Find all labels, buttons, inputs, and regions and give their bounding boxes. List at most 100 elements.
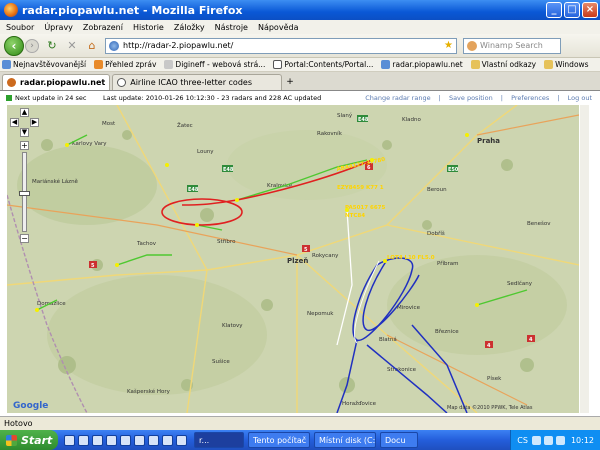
tab-airline-codes[interactable]: Airline ICAO three-letter codes (112, 74, 283, 90)
bookmark-windows[interactable]: Windows (544, 60, 589, 69)
system-tray: CS 10:12 (510, 430, 600, 450)
home-icon[interactable]: ⌂ (85, 39, 99, 53)
place-label: Kladno (402, 117, 421, 123)
place-label: Blatná (379, 336, 397, 343)
place-label: Praha (477, 137, 500, 145)
zoom-out-button[interactable]: − (20, 234, 29, 243)
flight-label: NTC84 (345, 213, 365, 219)
close-button[interactable]: × (582, 2, 598, 18)
pan-right-button[interactable]: ▶ (30, 118, 39, 127)
bookmark-radar[interactable]: radar.piopawlu.net (381, 60, 463, 69)
forward-button[interactable]: › (25, 38, 39, 53)
place-label: Mariánské Lázně (32, 178, 79, 185)
windows-taskbar: Start r... Tento počítač Místní disk (C:… (0, 430, 600, 450)
minimize-button[interactable]: _ (546, 2, 562, 18)
place-label: Mirovice (397, 305, 421, 311)
place-label: Louny (197, 149, 214, 155)
place-label: Domažlice (37, 300, 66, 307)
page-scrollbar[interactable] (580, 105, 589, 413)
new-tab-button[interactable]: + (286, 77, 294, 87)
taskbar-item-documents[interactable]: Docu (380, 432, 418, 448)
wikipedia-icon (273, 60, 283, 69)
quicklaunch-icon[interactable] (78, 434, 89, 446)
menu-item-file[interactable]: Soubor (6, 23, 34, 32)
quicklaunch-icon[interactable] (120, 434, 131, 446)
place-label: Sedlčany (507, 280, 533, 287)
menu-item-edit[interactable]: Úpravy (44, 23, 73, 32)
tab-label: Airline ICAO three-letter codes (130, 78, 252, 87)
save-position-link[interactable]: Save position (449, 94, 493, 102)
flight-label: LOT4 L10 FL5.0 (387, 255, 435, 261)
preferences-link[interactable]: Preferences (511, 94, 549, 102)
taskbar-item-local-disk[interactable]: Místní disk (C:) (314, 432, 376, 448)
status-text: Hotovo (4, 419, 33, 428)
menu-item-help[interactable]: Nápověda (258, 23, 299, 32)
place-label: Horažďovice (342, 400, 377, 407)
wikipedia-icon (117, 78, 127, 87)
quicklaunch-icon[interactable] (176, 434, 187, 446)
language-indicator[interactable]: CS (517, 436, 528, 445)
tray-icon[interactable] (543, 435, 553, 445)
reload-icon[interactable]: ↻ (45, 39, 59, 53)
taskbar-item-my-computer[interactable]: Tento počítač (248, 432, 310, 448)
bookmark-news[interactable]: Přehled zpráv (94, 60, 156, 69)
pan-down-button[interactable]: ▼ (20, 128, 29, 137)
place-label: Rakovník (317, 130, 343, 137)
place-label: Tachov (136, 241, 157, 247)
globe-icon (381, 60, 391, 69)
quicklaunch-icon[interactable] (92, 434, 103, 446)
star-icon[interactable]: ★ (444, 40, 453, 51)
bookmark-custom-links[interactable]: Vlastní odkazy (470, 60, 536, 69)
url-text[interactable]: http://radar-2.piopawlu.net/ (123, 41, 444, 50)
change-range-link[interactable]: Change radar range (365, 94, 430, 102)
place-label: Sušice (212, 358, 230, 365)
tray-icon[interactable] (555, 435, 565, 445)
status-indicator (6, 95, 12, 101)
pan-left-button[interactable]: ◀ (10, 118, 19, 127)
bookmark-portal[interactable]: Portal:Contents/Portal... (273, 60, 373, 69)
window-titlebar[interactable]: radar.piopawlu.net - Mozilla Firefox _ □… (0, 0, 600, 20)
quicklaunch-icon[interactable] (64, 434, 75, 446)
zoom-slider-handle[interactable] (19, 191, 30, 196)
tab-favicon (7, 78, 16, 87)
place-label: Benešov (527, 220, 551, 227)
menu-item-tools[interactable]: Nástroje (215, 23, 248, 32)
search-engine-icon[interactable] (467, 40, 477, 51)
url-bar[interactable]: http://radar-2.piopawlu.net/ ★ (105, 37, 457, 54)
zoom-in-button[interactable]: + (20, 141, 29, 150)
quicklaunch-icon[interactable] (106, 434, 117, 446)
last-update-text: Last update: 2010-01-26 10:12:30 - 23 ra… (103, 94, 322, 102)
menu-item-history[interactable]: Historie (133, 23, 164, 32)
maximize-button[interactable]: □ (564, 2, 580, 18)
tab-radar[interactable]: radar.piopawlu.net (2, 74, 111, 90)
map-pan-control[interactable]: ▲ ◀ ▶ ▼ (10, 108, 40, 138)
flight-label: PA5017 6675 (345, 205, 385, 211)
svg-text:5: 5 (91, 263, 95, 269)
bookmark-icon (2, 60, 11, 69)
tab-bar: radar.piopawlu.net Airline ICAO three-le… (0, 72, 600, 90)
menu-item-view[interactable]: Zobrazení (83, 23, 123, 32)
search-input[interactable]: Winamp Search (463, 37, 561, 54)
stop-icon[interactable]: ✕ (65, 39, 79, 53)
rss-icon (94, 60, 104, 69)
quicklaunch-icon[interactable] (134, 434, 145, 446)
place-label: Stříbro (217, 238, 236, 245)
start-button[interactable]: Start (0, 430, 58, 450)
radar-map[interactable]: Most Louny Slaný Kladno Praha Rakovník K… (7, 105, 579, 413)
logout-link[interactable]: Log out (568, 94, 592, 102)
place-label: Most (102, 121, 116, 127)
bookmark-most-visited[interactable]: Nejnavštěvovanější (2, 60, 86, 69)
pan-up-button[interactable]: ▲ (20, 108, 29, 117)
quicklaunch-icon[interactable] (148, 434, 159, 446)
window-title: radar.piopawlu.net - Mozilla Firefox (22, 3, 243, 17)
quicklaunch-icon[interactable] (162, 434, 173, 446)
back-button[interactable]: ‹ (4, 35, 24, 56)
map-canvas[interactable]: Most Louny Slaný Kladno Praha Rakovník K… (7, 105, 579, 413)
svg-text:E48: E48 (358, 117, 369, 123)
clock[interactable]: 10:12 (571, 436, 594, 445)
menu-item-bookmarks[interactable]: Záložky (174, 23, 205, 32)
place-label: Nepomuk (307, 311, 334, 317)
taskbar-item-firefox[interactable]: r... (194, 432, 244, 448)
tray-icon[interactable] (531, 435, 541, 445)
bookmark-digineff[interactable]: Digineff - webová strá... (164, 60, 265, 69)
